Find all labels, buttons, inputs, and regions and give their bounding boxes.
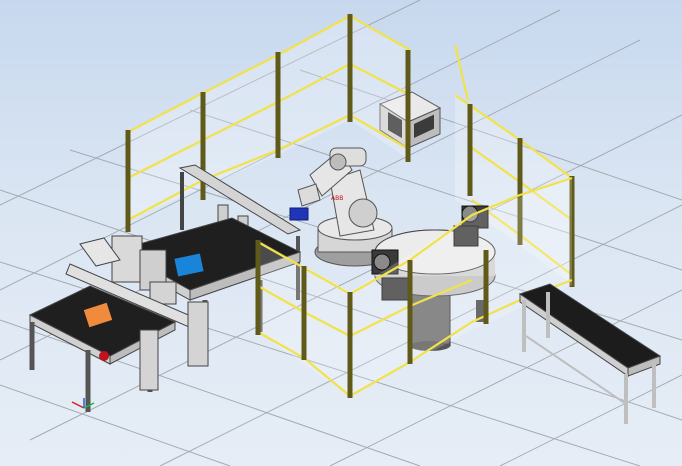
robot-logo: ABB xyxy=(331,195,343,202)
3d-viewport[interactable]: ABB xyxy=(0,0,682,466)
world-axes-icon xyxy=(71,398,95,409)
belt-conveyor[interactable] xyxy=(518,283,662,424)
station-scene[interactable]: ABB xyxy=(0,0,682,466)
